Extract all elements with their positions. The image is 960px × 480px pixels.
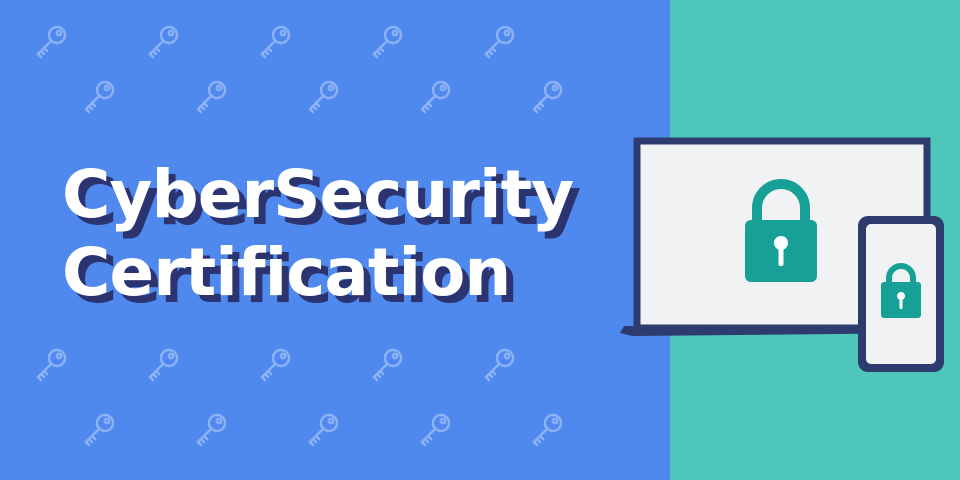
- devices-illustration: [620, 137, 944, 372]
